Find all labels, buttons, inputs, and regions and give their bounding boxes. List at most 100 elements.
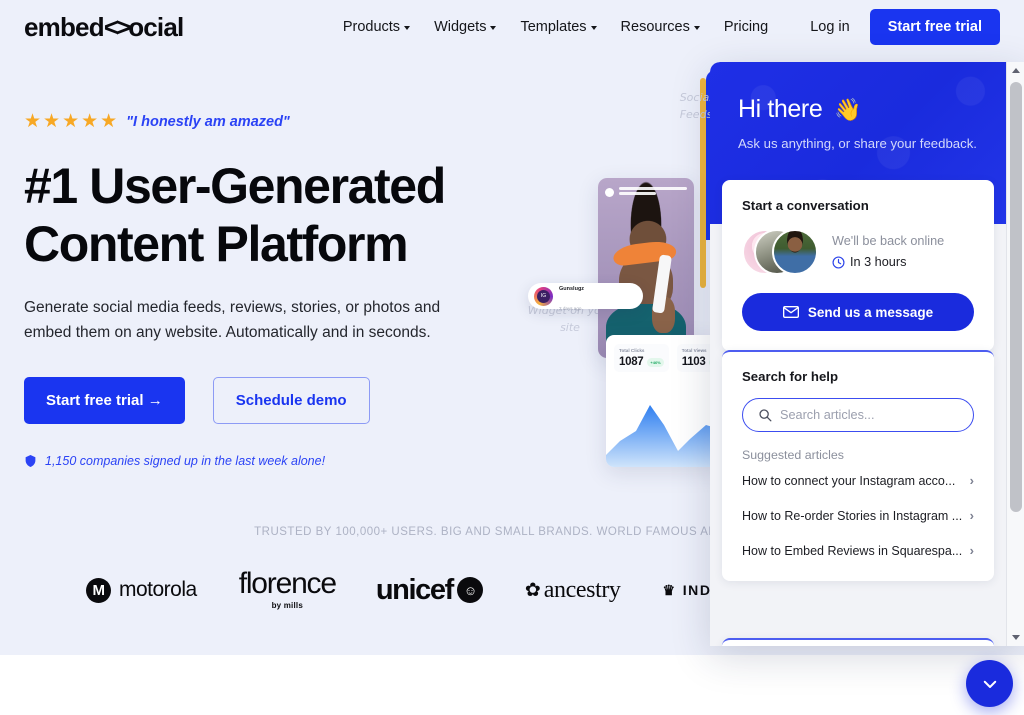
agent-avatars (742, 229, 818, 275)
site-logo[interactable]: embed<>ocial (24, 11, 184, 43)
nav-item-widgets[interactable]: Widgets (422, 13, 508, 41)
logo-ancestry: ✿ ancestry (525, 577, 621, 604)
page-root: embed<>ocial Products Widgets Templates … (0, 0, 1024, 715)
start-conversation-title: Start a conversation (742, 198, 869, 213)
logo-diamond-icon: <> (103, 11, 131, 42)
chat-launcher-button[interactable] (966, 660, 1013, 707)
hero-subtext: Generate social media feeds, reviews, st… (24, 299, 441, 342)
chevron-down-icon (490, 26, 497, 30)
availability-status: We'll be back online (832, 233, 945, 248)
suggested-article-1[interactable]: How to connect your Instagram acco... › (742, 462, 974, 497)
clock-icon (832, 256, 845, 269)
send-us-a-message-button[interactable]: Send us a message (742, 293, 974, 331)
rating-row: ★★★★★ "I honestly am amazed" (24, 112, 494, 131)
scroll-up-arrow-icon[interactable] (1007, 62, 1024, 79)
chat-subtitle: Ask us anything, or share your feedback. (738, 136, 977, 151)
login-link[interactable]: Log in (798, 13, 862, 41)
chevron-right-icon: › (969, 508, 974, 523)
logo-text-first: embed (24, 11, 105, 42)
nav-item-templates[interactable]: Templates (508, 13, 608, 41)
nav-item-products[interactable]: Products (331, 13, 422, 41)
chat-widget-body: Hi there 👋 Ask us anything, or share you… (710, 62, 1006, 646)
avatar (772, 229, 818, 275)
chevron-right-icon: › (969, 543, 974, 558)
agents-row: We'll be back online In 3 hours (742, 229, 974, 275)
start-conversation-card: Start a conversation We'll be back onlin… (722, 180, 994, 351)
waving-hand-icon: 👋 (834, 96, 862, 122)
nav-start-free-trial-button[interactable]: Start free trial (869, 9, 1000, 45)
nav-item-pricing[interactable]: Pricing (712, 13, 780, 41)
hero-schedule-demo-button[interactable]: Schedule demo (212, 377, 370, 425)
article-title: How to Re-order Stories in Instagram ... (742, 508, 963, 523)
chevron-right-icon: › (969, 473, 974, 488)
article-title: How to connect your Instagram acco... (742, 473, 956, 488)
nav-links: Products Widgets Templates Resources Pri… (331, 9, 1024, 45)
shield-icon (25, 455, 36, 468)
nav-label-widgets: Widgets (434, 19, 487, 35)
logo-unicef: unicef ☺ (376, 574, 483, 607)
star-rating-icon: ★★★★★ (24, 111, 120, 132)
logo-florence: florence by mills (239, 569, 337, 610)
tag-timestamp: 2 days ago (559, 306, 582, 311)
article-title: How to Embed Reviews in Squarespa... (742, 543, 963, 558)
post-placeholder-lines (619, 187, 687, 197)
suggested-article-3[interactable]: How to Embed Reviews in Squarespa... › (742, 532, 974, 567)
social-tag-pill: IG Gunslugz 2 days ago (528, 283, 643, 311)
chat-widget: Hi there 👋 Ask us anything, or share you… (710, 62, 1024, 646)
social-post-card (598, 178, 694, 358)
hero-button-row: Start free trial → Schedule demo (24, 377, 494, 425)
nav-label-products: Products (342, 19, 401, 35)
availability-eta-row: In 3 hours (832, 253, 944, 272)
stats-row: Total Clicks 1087 +46% Total Views 1103 … (614, 344, 726, 372)
logo-unicef-label: unicef (375, 573, 454, 606)
suggested-article-2[interactable]: How to Re-order Stories in Instagram ...… (742, 497, 974, 532)
stat-total-clicks: Total Clicks 1087 +46% (614, 344, 669, 372)
chevron-down-icon (983, 680, 996, 688)
search-input[interactable] (780, 408, 958, 422)
post-photo (598, 178, 694, 358)
nav-item-resources[interactable]: Resources (609, 13, 712, 41)
analytics-card: Total Clicks 1087 +46% Total Views 1103 … (606, 335, 726, 467)
unicef-emblem-icon: ☺ (456, 577, 483, 603)
instagram-icon: IG (534, 286, 553, 306)
status-badge: +46% (647, 357, 664, 367)
tag-account-name: Gunslugz (559, 286, 585, 292)
scroll-down-arrow-icon[interactable] (1007, 629, 1024, 646)
page-title: #1 User-Generated Content Platform (24, 158, 446, 272)
logo-motorola-label: motorola (119, 578, 197, 601)
stat-value-row: 1087 +46% (619, 356, 664, 368)
testimonial-quote: "I honestly am amazed" (126, 113, 290, 130)
post-header (598, 182, 694, 202)
below-fold-strip (0, 655, 1024, 715)
chevron-down-icon (693, 26, 700, 30)
signup-note: 1,150 companies signed up in the last we… (24, 454, 494, 468)
scrollbar-thumb[interactable] (1010, 82, 1022, 512)
chevron-down-icon (404, 26, 411, 30)
chat-greeting: Hi there (738, 95, 823, 123)
stat-value: 1087 (619, 356, 644, 368)
motorola-m-icon: M (86, 577, 111, 603)
system-status-card[interactable]: Status: All Systems Operational Updated … (722, 638, 994, 646)
hero-copy: ★★★★★ "I honestly am amazed" #1 User-Gen… (24, 112, 494, 468)
logo-text-second: ocial (128, 11, 184, 42)
chevron-down-icon (590, 26, 597, 30)
availability-text: We'll be back online In 3 hours (832, 232, 944, 272)
stat-value: 1103 (681, 356, 706, 368)
nav-label-pricing: Pricing (723, 19, 769, 35)
chat-greeting-row: Hi there 👋 (738, 95, 978, 124)
post-line (619, 187, 687, 190)
chat-scrollbar[interactable] (1006, 62, 1024, 646)
post-line (619, 192, 657, 195)
top-navigation: embed<>ocial Products Widgets Templates … (0, 0, 1024, 54)
industr-mark-icon: ♛ (662, 581, 677, 598)
search-icon (759, 409, 772, 422)
logo-florence-byline: by mills (271, 600, 303, 610)
stat-label: Total Clicks (619, 348, 645, 353)
signup-note-text: 1,150 companies signed up in the last we… (45, 454, 326, 469)
search-articles-box[interactable] (742, 398, 974, 432)
search-help-title: Search for help (742, 369, 839, 384)
area-chart (606, 395, 726, 467)
hero-start-free-trial-button[interactable]: Start free trial → (24, 377, 185, 425)
availability-eta: In 3 hours (850, 255, 907, 269)
nav-label-resources: Resources (620, 19, 690, 35)
